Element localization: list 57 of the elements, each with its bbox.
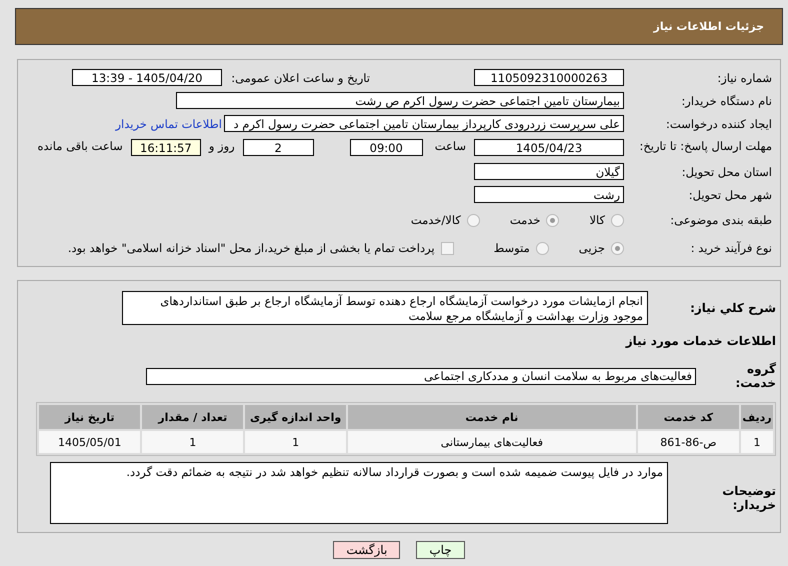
section-heading: اطلاعات خدمات مورد نیاز [624, 334, 776, 348]
buyer-notes-textarea[interactable]: موارد در فایل پیوست ضمیمه شده است و بصورت قرارداد سالانه تنظیم خواهد شد در نتیجه به ضمائم دقت گردد. [50, 462, 668, 524]
header-title: جزئیات اطلاعات نیاز [654, 20, 764, 33]
column-header: کد خدمت [638, 405, 740, 429]
field-label: تاریخ و ساعت اعلان عمومی: [230, 70, 370, 84]
field-label: شرح کلي نیاز: [689, 300, 776, 315]
field-label: طبقه بندی موضوعی: [669, 213, 772, 227]
checkbox[interactable] [440, 242, 454, 254]
checkbox-label: پرداخت تمام یا بخشی از مبلغ خرید،از محل "اسناد خزانه اسلامی" خواهد بود. [68, 241, 435, 255]
field-label: شهر محل تحویل: [688, 188, 772, 202]
field-label: شماره نیاز: [716, 70, 772, 84]
column-header: تعداد / مقدار [142, 405, 244, 429]
buyer-contact-link[interactable]: اطلاعات تماس خریدار [115, 116, 222, 130]
field-label: نوع فرآیند خرید : [690, 241, 772, 255]
radio-label: کالا [589, 213, 605, 227]
service-group-field[interactable]: فعالیت‌های مربوط به سلامت انسان و مددکاری اجتماعی [146, 368, 696, 384]
table-cell: ص-86-861 [638, 431, 740, 453]
table-cell: 1 [741, 431, 773, 453]
description-textarea[interactable]: انجام ازمایشات مورد درخواست آزمایشگاه ارجاع دهنده توسط آزمایشگاه ارجاع بر طبق استانداردهای موجود وزارت بهداشت و آزمایشگاه مرجع سلامت [122, 291, 648, 325]
announce-date-field[interactable]: 1405/04/20 - 13:39 [72, 69, 222, 86]
column-header: واحد اندازه گیری [245, 405, 346, 429]
radio-button[interactable] [611, 214, 624, 226]
radio-button[interactable] [611, 242, 624, 254]
back-button[interactable]: بازگشت [333, 541, 400, 559]
radio-button[interactable] [466, 214, 480, 226]
field-label: مهلت ارسال پاسخ: تا تاریخ: [638, 139, 772, 153]
province-field[interactable]: گیلان [474, 163, 624, 180]
radio-button[interactable] [546, 214, 560, 226]
radio-label: خدمت [510, 213, 540, 227]
radio-label: متوسط [494, 241, 530, 255]
city-field[interactable]: رشت [474, 186, 624, 203]
buyer-org-field[interactable]: بیمارستان تامین اجتماعی حضرت رسول اکرم ص رشت [176, 92, 624, 109]
remaining-time-field[interactable]: 16:11:57 [130, 139, 201, 156]
creator-field[interactable]: علی سرپرست زردرودی کارپرداز بیمارستان تامین اجتماعی حضرت رسول اکرم د [224, 115, 624, 132]
field-label: نام دستگاه خریدار: [680, 94, 772, 108]
radio-label: کالا/خدمت [410, 213, 461, 227]
days-label: روز و [208, 139, 235, 153]
field-label: توضیحات خریدار: [721, 483, 776, 512]
need-number-field[interactable]: 1105092310000263 [474, 69, 624, 86]
print-button[interactable]: چاپ [416, 541, 465, 559]
remaining-label: ساعت باقی مانده [38, 139, 123, 153]
column-header: ردیف [741, 405, 773, 429]
table-cell: 1 [245, 431, 346, 453]
table-cell: 1 [142, 431, 244, 453]
table-cell: فعالیت‌های بیمارستانی [348, 431, 636, 453]
time-label: ساعت [434, 139, 466, 153]
column-header: نام خدمت [348, 405, 636, 429]
radio-button[interactable] [536, 242, 549, 254]
radio-label: جزیی [578, 241, 605, 255]
deadline-date-field[interactable]: 1405/04/23 [474, 139, 624, 156]
table-cell: 1405/05/01 [39, 431, 140, 453]
column-header: تاریخ نیاز [39, 405, 140, 429]
field-label: گروه خدمت: [734, 362, 776, 390]
field-label: ایجاد کننده درخواست: [665, 116, 772, 130]
field-label: استان محل تحویل: [680, 164, 772, 178]
days-field[interactable]: 2 [242, 139, 314, 156]
deadline-time-field[interactable]: 09:00 [350, 139, 423, 156]
